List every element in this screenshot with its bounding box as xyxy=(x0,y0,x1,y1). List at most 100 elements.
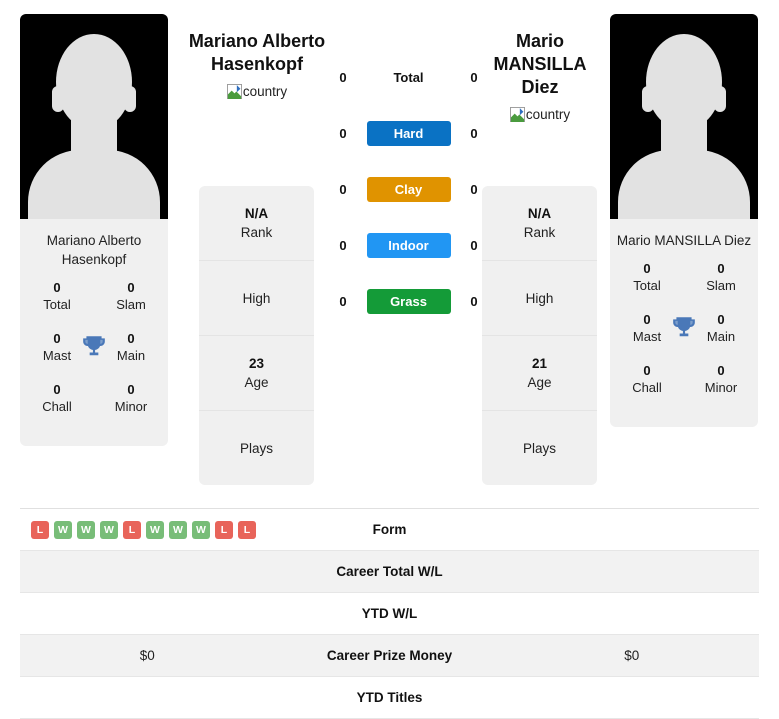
avatar-ear-left xyxy=(52,86,64,112)
titles-row-total-slam: 0 Total 0 Slam xyxy=(20,279,168,314)
avatar-body xyxy=(28,150,160,219)
left-player-info-column: N/A Rank High 23 Age Plays xyxy=(199,186,314,485)
left-player-card[interactable]: Mariano Alberto Hasenkopf 0 Total 0 Slam xyxy=(20,14,168,446)
surface-label-hard[interactable]: Hard xyxy=(366,120,451,146)
surface-label-total: Total xyxy=(393,69,424,85)
titles-slam-value: 0 xyxy=(717,261,725,276)
surface-row-indoor: 0 Indoor 0 xyxy=(336,230,481,260)
stat-row: YTD W/L xyxy=(20,593,759,635)
surface-right-count: 0 xyxy=(470,69,478,85)
info-age-label: Age xyxy=(244,374,269,390)
titles-row-chall-minor: 0 Chall 0 Minor xyxy=(610,362,758,397)
surface-left-count: 0 xyxy=(339,69,347,85)
info-plays-label: Plays xyxy=(239,440,273,456)
titles-minor: 0 Minor xyxy=(692,362,750,397)
titles-main-value: 0 xyxy=(127,331,135,346)
titles-main-label: Main xyxy=(116,348,146,363)
surface-right-count: 0 xyxy=(470,125,478,141)
form-badge-loss[interactable]: L xyxy=(215,520,233,539)
stat-row-label: Career Total W/L xyxy=(336,564,443,579)
trophy-icon xyxy=(671,314,697,340)
titles-main-label: Main xyxy=(706,329,736,344)
stat-row: Career Total W/L xyxy=(20,551,759,593)
surface-left-count: 0 xyxy=(339,125,347,141)
broken-image-icon xyxy=(226,84,242,99)
form-badge-list: LWWWLWWWLL xyxy=(20,520,275,539)
info-rank-value: N/A xyxy=(244,205,269,221)
info-plays: Plays xyxy=(482,411,597,485)
avatar-ear-right xyxy=(124,86,136,112)
info-rank-label: Rank xyxy=(523,224,556,240)
stat-left-value: LWWWLWWWLL xyxy=(20,520,275,539)
titles-slam-label: Slam xyxy=(706,278,736,293)
stat-row: $0 Career Prize Money $0 xyxy=(20,635,759,677)
avatar-body xyxy=(618,150,750,219)
titles-total-label: Total xyxy=(43,297,71,312)
titles-total-label: Total xyxy=(633,278,661,293)
surface-left-count: 0 xyxy=(339,237,347,253)
info-age-value: 23 xyxy=(248,355,265,371)
titles-row-chall-minor: 0 Chall 0 Minor xyxy=(20,381,168,416)
surface-row-grass: 0 Grass 0 xyxy=(336,286,481,316)
stat-row: YTD Titles xyxy=(20,677,759,719)
right-titles-card: Mario MANSILLA Diez 0 Total 0 Slam 0 Mas… xyxy=(610,219,758,427)
form-badge-win[interactable]: W xyxy=(146,520,164,539)
avatar-ear-left xyxy=(642,86,654,112)
info-age-value: 21 xyxy=(531,355,548,371)
stat-left-value: $0 xyxy=(139,648,155,663)
left-titles-card: Mariano Alberto Hasenkopf 0 Total 0 Slam xyxy=(20,219,168,446)
trophy-icon xyxy=(81,333,107,359)
right-titles-grid: 0 Total 0 Slam 0 Mast 0 Main 0 Chall 0 M… xyxy=(610,258,758,397)
titles-main-value: 0 xyxy=(717,312,725,327)
titles-chall-value: 0 xyxy=(53,382,61,397)
form-badge-win[interactable]: W xyxy=(100,520,118,539)
surface-row-clay: 0 Clay 0 xyxy=(336,174,481,204)
form-badge-loss[interactable]: L xyxy=(123,520,141,539)
info-rank-label: Rank xyxy=(240,224,273,240)
titles-chall: 0 Chall xyxy=(28,381,86,416)
form-badge-win[interactable]: W xyxy=(77,520,95,539)
player-comparison-area: Mariano Alberto Hasenkopf 0 Total 0 Slam xyxy=(0,0,779,497)
surface-label-grass[interactable]: Grass xyxy=(366,288,451,314)
left-country-alt-text: country xyxy=(242,84,288,99)
avatar-placeholder-icon xyxy=(646,34,722,130)
surface-label-clay[interactable]: Clay xyxy=(366,176,451,202)
form-badge-win[interactable]: W xyxy=(169,520,187,539)
stat-row-label: YTD W/L xyxy=(361,606,418,621)
titles-chall-label: Chall xyxy=(42,399,72,414)
right-player-card[interactable]: Mario MANSILLA Diez 0 Total 0 Slam 0 Mas… xyxy=(610,14,758,427)
form-badge-win[interactable]: W xyxy=(54,520,72,539)
info-rank: N/A Rank xyxy=(482,186,597,261)
titles-total-value: 0 xyxy=(53,280,61,295)
left-titles-grid: 0 Total 0 Slam 0 Mast 0 Main 0 Chall 0 M… xyxy=(20,277,168,416)
titles-chall: 0 Chall xyxy=(618,362,676,397)
avatar-ear-right xyxy=(714,86,726,112)
surface-right-count: 0 xyxy=(470,181,478,197)
titles-row-total-slam: 0 Total 0 Slam xyxy=(610,260,758,295)
titles-mast: 0 Mast xyxy=(28,330,86,365)
titles-slam: 0 Slam xyxy=(692,260,750,295)
info-high-label: High xyxy=(242,290,271,306)
surface-h2h-stack: 0 Total 0 0 Hard 0 0 Clay 0 0 Indoor 0 0 Grass 0 xyxy=(336,62,481,316)
info-rank: N/A Rank xyxy=(199,186,314,261)
surface-right-count: 0 xyxy=(470,293,478,309)
broken-image-icon xyxy=(509,107,525,122)
titles-total: 0 Total xyxy=(618,260,676,295)
titles-mast-label: Mast xyxy=(42,348,72,363)
stat-row-label: YTD Titles xyxy=(356,690,423,705)
form-badge-loss[interactable]: L xyxy=(238,520,256,539)
titles-mast-value: 0 xyxy=(53,331,61,346)
form-badge-win[interactable]: W xyxy=(192,520,210,539)
h2h-comparison-page: Mariano Alberto Hasenkopf 0 Total 0 Slam xyxy=(0,0,779,719)
form-badge-loss[interactable]: L xyxy=(31,520,49,539)
titles-main: 0 Main xyxy=(102,330,160,365)
left-country-row: country xyxy=(172,84,342,99)
right-player-info-column: N/A Rank High 21 Age Plays xyxy=(482,186,597,485)
left-player-name-line1: Mariano Alberto xyxy=(188,31,326,51)
left-player-name-block: Mariano Alberto Hasenkopf country xyxy=(172,30,342,99)
surface-row-hard: 0 Hard 0 xyxy=(336,118,481,148)
surface-label-indoor[interactable]: Indoor xyxy=(366,232,451,258)
surface-row-total: 0 Total 0 xyxy=(336,62,481,92)
titles-chall-label: Chall xyxy=(632,380,662,395)
career-stats-table: L W W W L W W W L L Form Career Total W/L YTD W/L $0 C… xyxy=(20,508,759,719)
